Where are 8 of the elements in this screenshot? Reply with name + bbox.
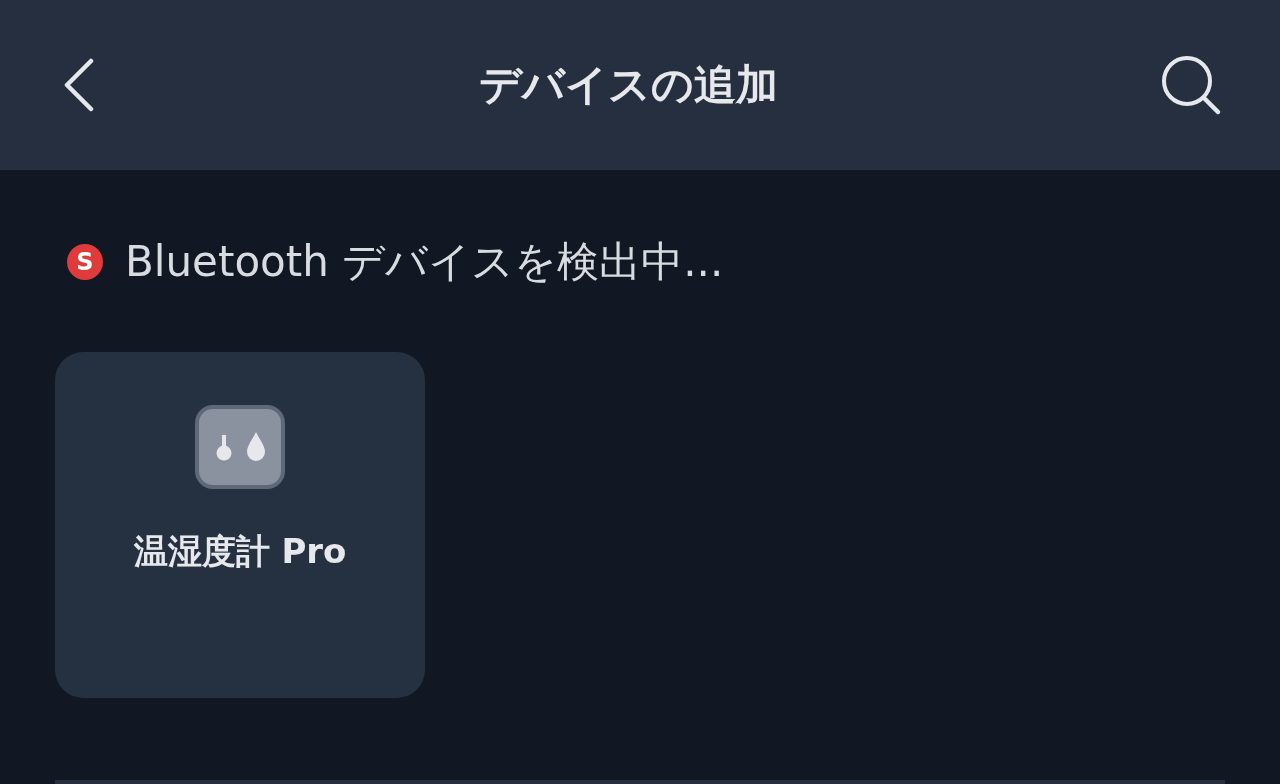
device-card[interactable]: 温湿度計 Pro <box>55 352 425 698</box>
app-badge-icon: S <box>67 244 103 280</box>
page-title: デバイスの追加 <box>478 59 778 111</box>
back-button[interactable] <box>62 58 96 112</box>
thermometer-droplet-icon <box>195 405 285 489</box>
device-name: 温湿度計 Pro <box>133 530 347 573</box>
scan-status-text: Bluetooth デバイスを検出中... <box>125 236 724 288</box>
search-button[interactable] <box>1160 54 1222 116</box>
